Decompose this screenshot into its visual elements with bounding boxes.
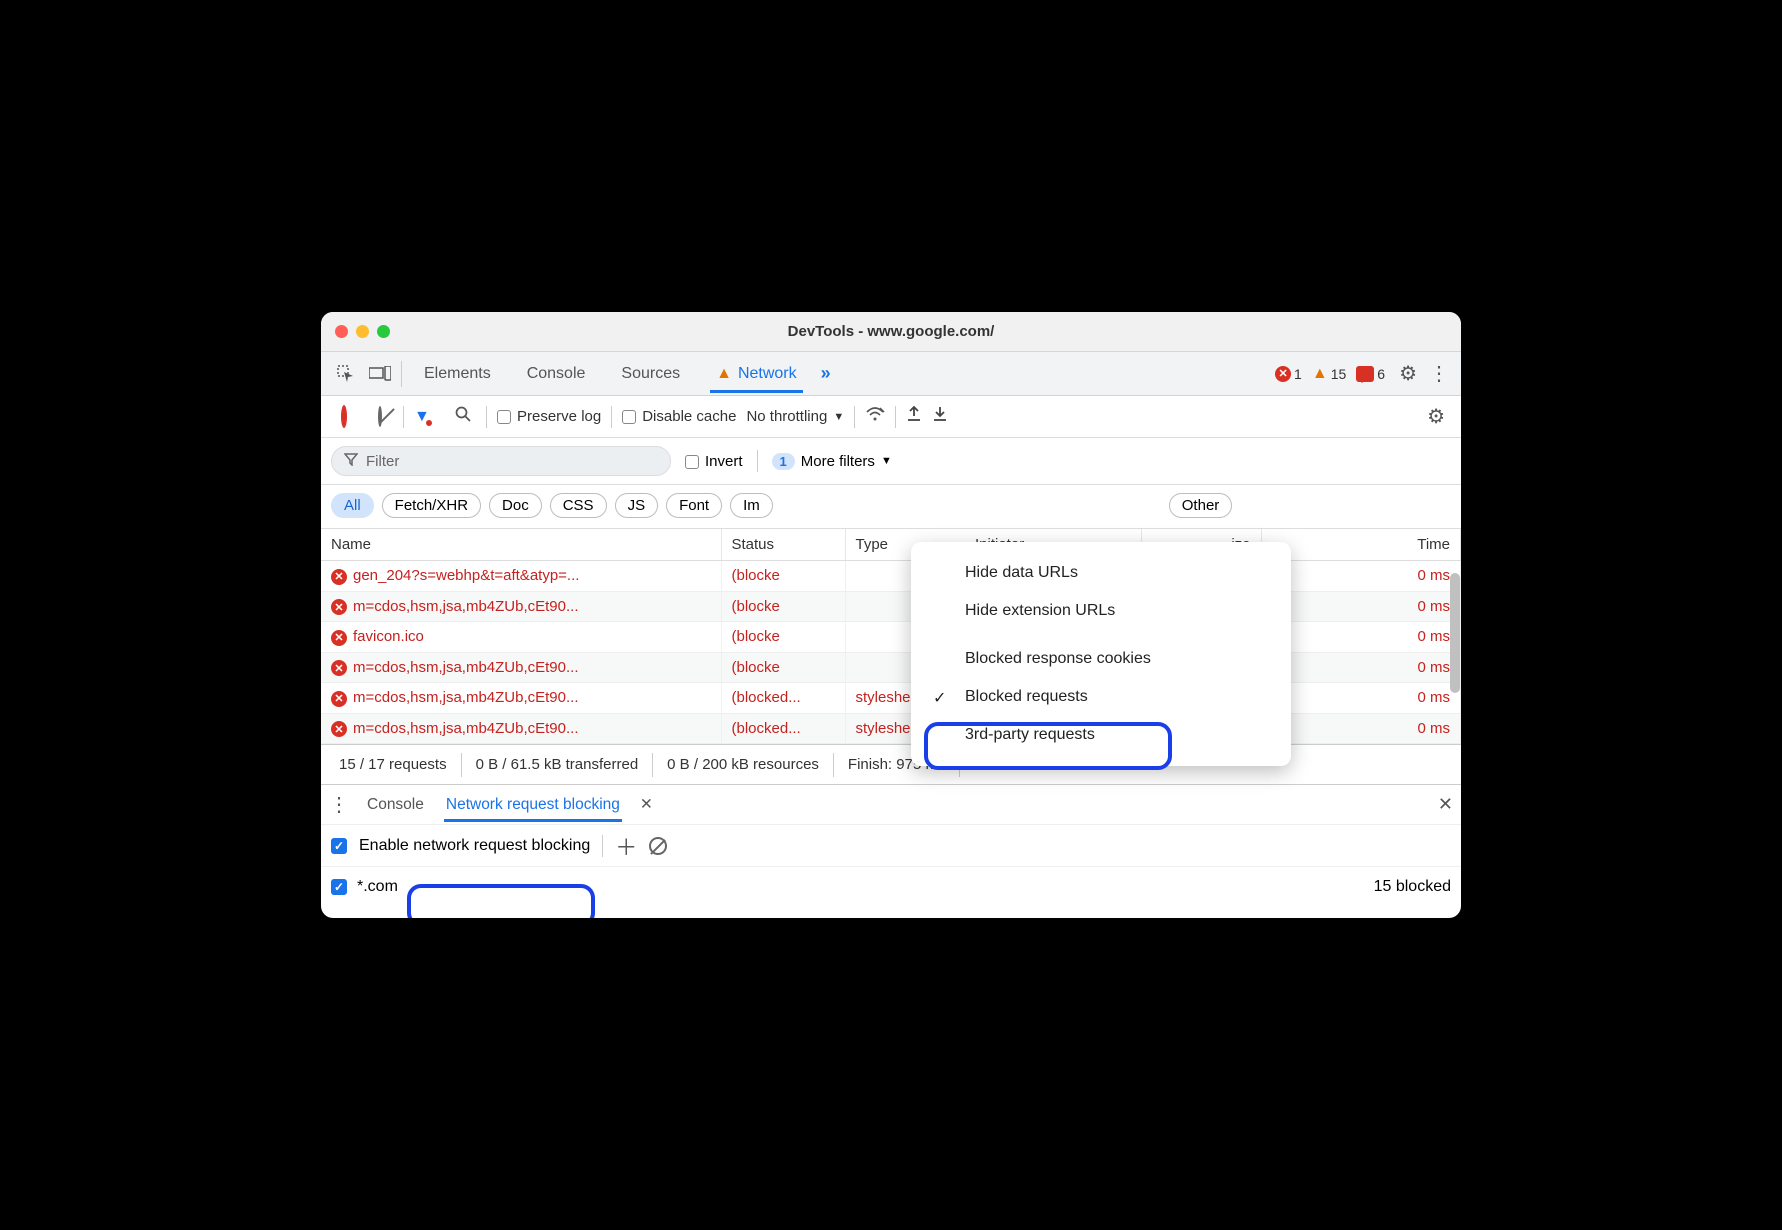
scrollbar[interactable] [1450,573,1460,693]
settings-icon[interactable]: ⚙ [1399,361,1417,386]
drawer-tab-console[interactable]: Console [365,788,426,822]
chip-all[interactable]: All [331,493,374,518]
inspect-icon[interactable] [329,357,363,391]
drawer-tab-close-icon[interactable]: ✕ [640,795,653,814]
warnings-badge[interactable]: ▲ 15 [1312,365,1346,383]
devtools-window: DevTools - www.google.com/ Elements Cons… [321,312,1461,918]
chip-font[interactable]: Font [666,493,722,518]
issue-badges: ✕ 1 ▲ 15 6 [1275,365,1385,383]
chip-js[interactable]: JS [615,493,659,518]
preserve-log-label: Preserve log [517,408,601,425]
preserve-log-checkbox[interactable]: Preserve log [497,408,601,425]
clear-icon [378,406,382,427]
filter-blocked-cookies[interactable]: Blocked response cookies [911,640,1291,678]
message-icon [1356,366,1374,382]
blocked-icon: ✕ [331,569,347,585]
import-har-icon[interactable] [932,405,948,428]
pattern-text: *.com [357,878,398,896]
network-toolbar: ▼ Preserve log Disable cache No throttli… [321,396,1461,438]
disable-cache-label: Disable cache [642,408,736,425]
more-filters-label: More filters [801,453,875,470]
blocked-icon: ✕ [331,599,347,615]
col-name[interactable]: Name [321,529,721,561]
more-filters-count: 1 [772,453,795,470]
filter-bar: Filter Invert 1 More filters ▼ [321,438,1461,485]
drawer-tabs: ⋮ Console Network request blocking ✕ ✕ [321,784,1461,824]
throttling-select[interactable]: No throttling ▼ [746,408,844,425]
warning-icon: ▲ [1312,365,1328,383]
filter-toggle[interactable]: ▼ [414,408,440,426]
errors-count: 1 [1294,366,1302,382]
close-icon[interactable] [335,325,348,338]
invert-label: Invert [705,453,743,470]
drawer-menu-icon[interactable]: ⋮ [329,792,347,817]
clear-button[interactable] [367,408,393,425]
tab-sources[interactable]: Sources [615,355,686,393]
blocked-icon: ✕ [331,721,347,737]
filter-third-party[interactable]: 3rd-party requests [911,716,1291,754]
filter-blocked-requests[interactable]: Blocked requests [911,678,1291,716]
zoom-icon[interactable] [377,325,390,338]
messages-badge[interactable]: 6 [1356,366,1385,382]
invert-checkbox[interactable]: Invert [685,453,743,470]
blocked-icon: ✕ [331,660,347,676]
filter-icon [344,452,358,470]
caret-down-icon: ▼ [833,411,844,423]
errors-badge[interactable]: ✕ 1 [1275,366,1302,382]
tab-network[interactable]: ▲ Network [710,355,803,393]
traffic-lights [321,325,390,338]
throttling-label: No throttling [746,408,827,425]
filter-input[interactable]: Filter [331,446,671,476]
window-title: DevTools - www.google.com/ [321,323,1461,340]
warnings-count: 15 [1331,366,1347,382]
pattern-blocked-count: 15 blocked [1374,878,1451,896]
device-toggle-icon[interactable] [363,357,397,391]
more-menu-icon[interactable]: ⋮ [1429,361,1447,386]
chip-img[interactable]: Im [730,493,773,518]
col-status[interactable]: Status [721,529,845,561]
add-pattern-icon[interactable]: ＋ [615,830,637,862]
transferred-size: 0 B / 61.5 kB transferred [462,753,654,777]
pattern-checkbox[interactable]: ✓ [331,879,347,895]
disable-cache-checkbox[interactable]: Disable cache [622,408,736,425]
chip-doc[interactable]: Doc [489,493,542,518]
chip-css[interactable]: CSS [550,493,607,518]
caret-down-icon: ▼ [881,455,892,467]
tab-elements[interactable]: Elements [418,355,497,393]
more-filters-toggle[interactable]: 1 More filters ▼ [772,453,892,470]
chip-other[interactable]: Other [1169,493,1233,518]
blocked-icon: ✕ [331,630,347,646]
titlebar: DevTools - www.google.com/ [321,312,1461,352]
enable-blocking-label: Enable network request blocking [359,837,590,855]
enable-blocking-checkbox[interactable]: ✓ [331,838,347,854]
minimize-icon[interactable] [356,325,369,338]
network-settings-icon[interactable]: ⚙ [1427,404,1445,429]
blocked-icon: ✕ [331,691,347,707]
chip-fetch-xhr[interactable]: Fetch/XHR [382,493,481,518]
export-har-icon[interactable] [906,405,922,428]
blocking-pattern-row[interactable]: ✓ *.com 15 blocked [321,866,1461,906]
more-filters-dropdown: Hide data URLs Hide extension URLs Block… [911,542,1291,766]
drawer-close-icon[interactable]: ✕ [1438,794,1453,815]
remove-all-icon[interactable] [649,837,667,855]
tabs-overflow-icon[interactable]: » [821,363,831,384]
network-conditions-icon[interactable] [865,406,885,427]
drawer-tab-blocking[interactable]: Network request blocking [444,788,622,822]
messages-count: 6 [1377,366,1385,382]
error-icon: ✕ [1275,366,1291,382]
filter-hide-data-urls[interactable]: Hide data URLs [911,554,1291,592]
type-filter-chips: All Fetch/XHR Doc CSS JS Font Im Other [321,485,1461,529]
filter-hide-extension-urls[interactable]: Hide extension URLs [911,592,1291,630]
record-button[interactable] [331,408,357,425]
main-tabbar: Elements Console Sources ▲ Network » ✕ 1… [321,352,1461,396]
tab-console[interactable]: Console [521,355,592,393]
filter-placeholder: Filter [366,453,399,470]
resources-size: 0 B / 200 kB resources [653,753,834,777]
warning-icon: ▲ [716,365,732,383]
requests-count: 15 / 17 requests [333,753,462,777]
tab-network-label: Network [738,365,797,383]
search-icon[interactable] [450,406,476,427]
blocking-toolbar: ✓ Enable network request blocking ＋ [321,824,1461,866]
